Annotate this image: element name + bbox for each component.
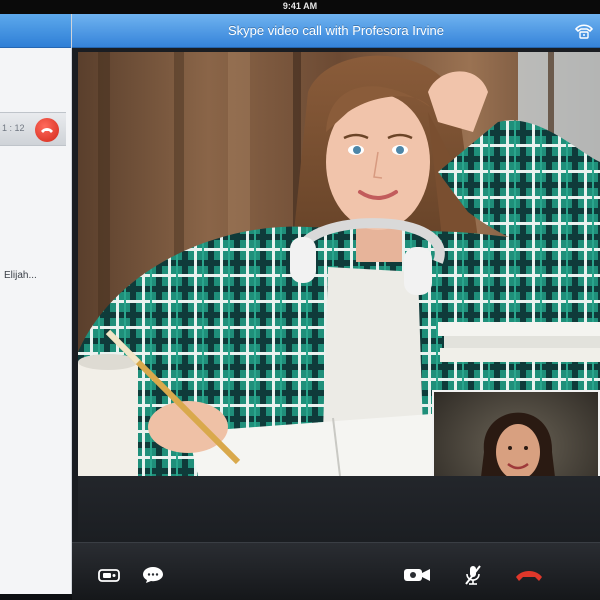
mute-microphone-icon xyxy=(465,565,481,585)
end-call-button[interactable] xyxy=(35,118,59,142)
mute-button[interactable] xyxy=(458,563,488,587)
end-call-toolbar-button[interactable] xyxy=(514,563,544,587)
camera-switch-button[interactable] xyxy=(402,563,432,587)
call-toolbar xyxy=(72,542,600,600)
status-time: 9:41 AM xyxy=(282,1,318,11)
video-toggle-icon xyxy=(98,569,120,582)
end-call-icon xyxy=(41,128,53,133)
end-call-icon xyxy=(516,571,542,581)
call-duration: 1 : 12 xyxy=(2,123,25,133)
left-panel-header xyxy=(0,14,71,48)
call-title: Skype video call with Profesora Irvine xyxy=(227,23,445,38)
contact-name[interactable]: Elijah... xyxy=(4,270,37,281)
phone-handset-icon[interactable] xyxy=(574,21,594,41)
ongoing-call-bar[interactable]: 1 : 12 xyxy=(0,112,66,146)
chat-bubble-icon xyxy=(143,567,163,583)
status-bar: 9:41 AM xyxy=(0,0,600,14)
video-toggle-button[interactable] xyxy=(94,563,124,587)
video-call-panel: Skype video call with Profesora Irvine xyxy=(72,14,600,600)
chat-button[interactable] xyxy=(138,563,168,587)
camera-switch-icon xyxy=(404,569,430,581)
call-header: Skype video call with Profesora Irvine xyxy=(72,14,600,48)
video-bottom-area xyxy=(78,476,600,542)
left-panel: 1 : 12 Elijah... xyxy=(0,14,72,594)
